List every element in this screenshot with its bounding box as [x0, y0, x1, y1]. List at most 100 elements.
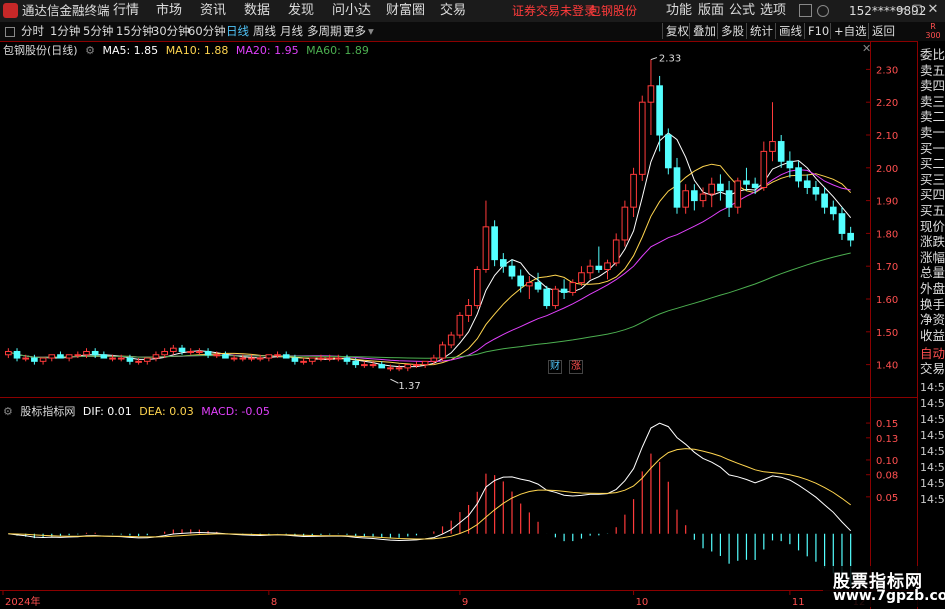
period-tab-1min[interactable]: 1分钟 — [50, 23, 80, 40]
side-item-20[interactable]: 交易 — [920, 361, 945, 376]
menu-item-formula[interactable]: 公式 — [729, 2, 755, 20]
menu-item-data[interactable]: 数据 — [244, 2, 270, 20]
side-item-18[interactable]: 收益 — [920, 328, 945, 343]
candle-body-28 — [248, 357, 255, 360]
candle-body-58 — [508, 265, 516, 277]
sub-settings-icon[interactable]: ⚙ — [3, 405, 13, 418]
menu-item-wealth[interactable]: 财富圈 — [386, 2, 425, 20]
period-tab-weekly[interactable]: 周线 — [253, 23, 276, 40]
candle-body-74 — [647, 85, 655, 103]
side-item-1[interactable]: 卖五 — [920, 63, 945, 78]
side-time-5: 14:56 — [920, 461, 945, 474]
candle-1 — [13, 348, 21, 362]
finance-chip[interactable]: 财 — [548, 360, 562, 374]
candle-body-95 — [829, 206, 837, 215]
menu-item-quotes[interactable]: 行情 — [113, 2, 139, 20]
add-watchlist-button[interactable]: +自选 — [830, 23, 870, 39]
side-item-7[interactable]: 买二 — [920, 156, 945, 171]
candle-54 — [473, 266, 481, 309]
candle-46 — [404, 364, 412, 372]
close-icon[interactable]: ✕ — [925, 2, 941, 17]
checkbox-icon[interactable] — [5, 27, 15, 37]
user-icon[interactable] — [817, 5, 829, 17]
menu-item-function[interactable]: 功能 — [666, 2, 692, 20]
candle-body-40 — [352, 360, 360, 366]
multi-stock-button[interactable]: 多股 — [717, 23, 747, 39]
side-item-12[interactable]: 涨跌 — [920, 234, 945, 249]
side-item-17[interactable]: 净资 — [920, 312, 945, 327]
side-item-8[interactable]: 买三 — [920, 172, 945, 187]
menu-item-options[interactable]: 选项 — [760, 2, 786, 20]
macd-chart[interactable]: 0.050.080.100.130.152024年89101112 — [0, 398, 917, 609]
side-item-14[interactable]: 总量 — [920, 265, 945, 280]
stats-button[interactable]: 统计 — [746, 23, 776, 39]
candle-3 — [31, 354, 38, 365]
side-item-19[interactable]: 自动 — [920, 346, 945, 361]
period-tab-multi[interactable]: 多周期 — [307, 23, 342, 40]
menu-item-ask[interactable]: 问小达 — [332, 2, 371, 20]
candle-67 — [586, 259, 594, 280]
side-item-16[interactable]: 换手 — [920, 297, 945, 312]
macd-label: MACD: -0.05 — [201, 405, 270, 418]
candle-48 — [421, 360, 429, 368]
side-time-6: 14:56 — [920, 477, 945, 490]
candlestick-chart[interactable]: 1.40 1.50 1.60 1.70 1.80 1.90 2.00 2.10 2.20 2.30… — [0, 41, 917, 398]
candle-91 — [795, 161, 802, 188]
period-tab-60min[interactable]: 60分钟 — [188, 23, 226, 40]
rise-chip[interactable]: 涨 — [569, 360, 583, 374]
corner-badge-top: R — [930, 22, 936, 31]
side-item-9[interactable]: 买四 — [920, 187, 945, 202]
menu-item-discover[interactable]: 发现 — [288, 2, 314, 20]
trade-login-warning[interactable]: 证券交易未登录 — [512, 2, 596, 20]
candle-89 — [777, 135, 785, 168]
adjust-button[interactable]: 复权 — [662, 23, 692, 39]
side-item-13[interactable]: 涨幅 — [920, 250, 945, 265]
period-tab-30min[interactable]: 30分钟 — [152, 23, 190, 40]
draw-line-button[interactable]: 画线 — [775, 23, 805, 39]
candle-body-55 — [482, 226, 490, 270]
back-button[interactable]: 返回 — [868, 23, 898, 39]
corner-badge[interactable]: R 300 — [922, 22, 944, 40]
minimize-icon[interactable]: − — [893, 2, 909, 17]
candle-64 — [560, 279, 568, 299]
main-y-tick-6: 2.00 — [876, 164, 898, 175]
ma-line-ma20 — [8, 169, 851, 362]
candle-body-10 — [91, 350, 99, 356]
menu-item-market[interactable]: 市场 — [156, 2, 182, 20]
side-item-0[interactable]: 委比 — [920, 47, 945, 62]
more-dropdown-icon[interactable]: ▾ — [368, 23, 374, 40]
candle-body-18 — [161, 350, 168, 356]
side-item-5[interactable]: 卖一 — [920, 125, 945, 140]
candle-body-48 — [421, 360, 429, 366]
candle-body-24 — [213, 354, 221, 357]
maximize-icon[interactable]: ▢ — [909, 2, 925, 17]
ma-line-ma5 — [8, 132, 852, 368]
side-item-4[interactable]: 卖二 — [920, 109, 945, 124]
side-item-10[interactable]: 买五 — [920, 203, 945, 218]
candle-34 — [300, 358, 307, 365]
message-icon[interactable] — [799, 4, 812, 17]
f10-button[interactable]: F10 — [804, 23, 832, 39]
period-tab-15min[interactable]: 15分钟 — [116, 23, 154, 40]
period-tab-monthly[interactable]: 月线 — [280, 23, 303, 40]
side-item-3[interactable]: 卖三 — [920, 94, 945, 109]
period-tab-more[interactable]: 更多 — [343, 23, 366, 40]
main-chart-close-icon[interactable]: ✕ — [862, 43, 873, 54]
side-item-6[interactable]: 买一 — [920, 141, 945, 156]
menu-item-trade[interactable]: 交易 — [440, 2, 466, 20]
side-item-2[interactable]: 卖四 — [920, 78, 945, 93]
candle-45 — [395, 364, 403, 372]
menu-item-news[interactable]: 资讯 — [200, 2, 226, 20]
side-item-15[interactable]: 外盘 — [920, 281, 945, 296]
menu-item-layout[interactable]: 版面 — [698, 2, 724, 20]
candle-94 — [821, 187, 828, 214]
candle-body-3 — [31, 357, 38, 362]
settings-icon[interactable]: ⚙ — [85, 44, 95, 57]
candle-7 — [65, 354, 73, 362]
period-tab-intraday[interactable]: 分时 — [21, 23, 44, 40]
period-tab-daily[interactable]: 日线 — [226, 23, 249, 40]
side-item-11[interactable]: 现价 — [920, 219, 945, 234]
period-tab-5min[interactable]: 5分钟 — [83, 23, 113, 40]
candle-81 — [708, 177, 716, 208]
overlay-button[interactable]: 叠加 — [689, 23, 719, 39]
